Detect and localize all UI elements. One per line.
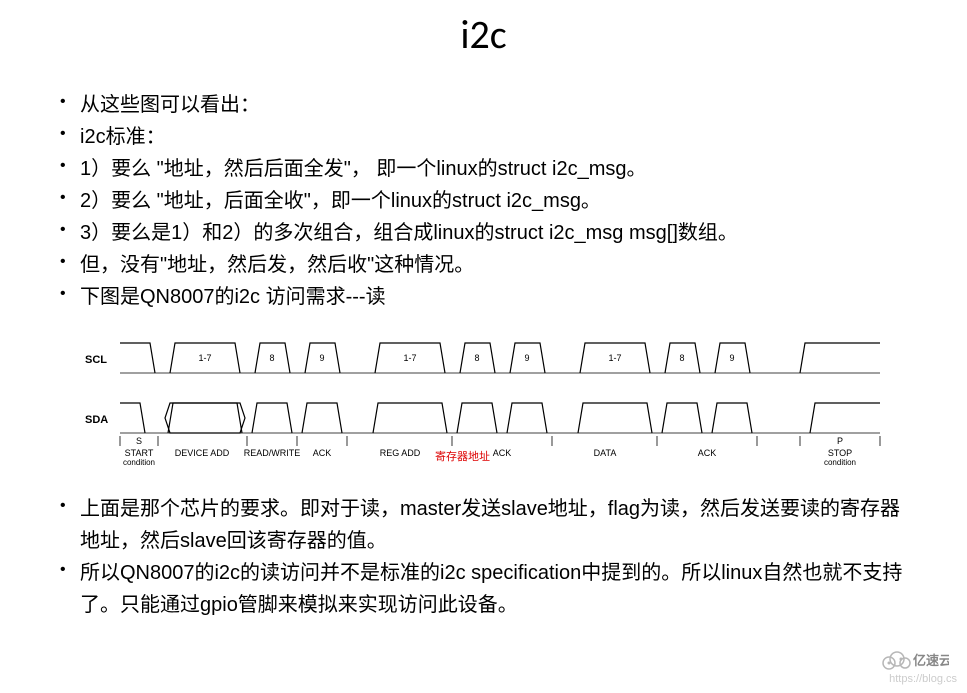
seg-regadd: REG ADD — [380, 448, 421, 458]
seg-devadd: DEVICE ADD — [175, 448, 230, 458]
list-item: i2c标准： — [60, 121, 907, 153]
logo-text: 亿速云 — [913, 653, 949, 668]
seg-ack1: ACK — [313, 448, 332, 458]
bullet-list-bottom: 上面是那个芯片的要求。即对于读，master发送slave地址，flag为读，然… — [60, 493, 907, 621]
seg-stop: STOP — [828, 448, 852, 458]
seg-start-sub: condition — [123, 458, 155, 467]
seg-p: P — [837, 436, 843, 446]
list-item: 2）要么 "地址，后面全收"，即一个linux的struct i2c_msg。 — [60, 185, 907, 217]
bit-label: 9 — [524, 353, 529, 363]
seg-data: DATA — [594, 448, 617, 458]
scl-label: SCL — [85, 354, 107, 366]
list-item: 1）要么 "地址，然后后面全发"， 即一个linux的struct i2c_ms… — [60, 153, 907, 185]
seg-s: S — [136, 436, 142, 446]
bit-label: 1-7 — [608, 353, 621, 363]
list-item: 3）要么是1）和2）的多次组合，组合成linux的struct i2c_msg … — [60, 217, 907, 249]
bit-label: 9 — [319, 353, 324, 363]
list-item: 但，没有"地址，然后发，然后收"这种情况。 — [60, 249, 907, 281]
sda-label: SDA — [85, 414, 108, 426]
seg-ack3: ACK — [698, 448, 717, 458]
seg-rw: READ/WRITE — [244, 448, 301, 458]
bit-label: 8 — [474, 353, 479, 363]
timing-diagram: SCL 1-7 8 9 1-7 8 9 — [80, 328, 907, 478]
list-item: 从这些图可以看出： — [60, 89, 907, 121]
list-item: 上面是那个芯片的要求。即对于读，master发送slave地址，flag为读，然… — [60, 493, 907, 557]
bit-label: 8 — [269, 353, 274, 363]
bit-label: 8 — [679, 353, 684, 363]
i2c-timing-svg: SCL 1-7 8 9 1-7 8 9 — [80, 328, 900, 473]
page-title: i2c — [60, 10, 907, 59]
list-item: 下图是QN8007的i2c 访问需求---读 — [60, 281, 907, 313]
seg-ack2: ACK — [493, 448, 512, 458]
bit-label: 1-7 — [403, 353, 416, 363]
bit-label: 9 — [729, 353, 734, 363]
logo-icon: 亿速云 — [879, 645, 949, 675]
bullet-list-top: 从这些图可以看出： i2c标准： 1）要么 "地址，然后后面全发"， 即一个li… — [60, 89, 907, 313]
red-annotation: 寄存器地址 — [435, 449, 490, 463]
seg-stop-sub: condition — [824, 458, 856, 467]
seg-start: START — [125, 448, 154, 458]
slide: i2c 从这些图可以看出： i2c标准： 1）要么 "地址，然后后面全发"， 即… — [0, 0, 967, 693]
bit-label: 1-7 — [198, 353, 211, 363]
list-item: 所以QN8007的i2c的读访问并不是标准的i2c specification中… — [60, 557, 907, 621]
